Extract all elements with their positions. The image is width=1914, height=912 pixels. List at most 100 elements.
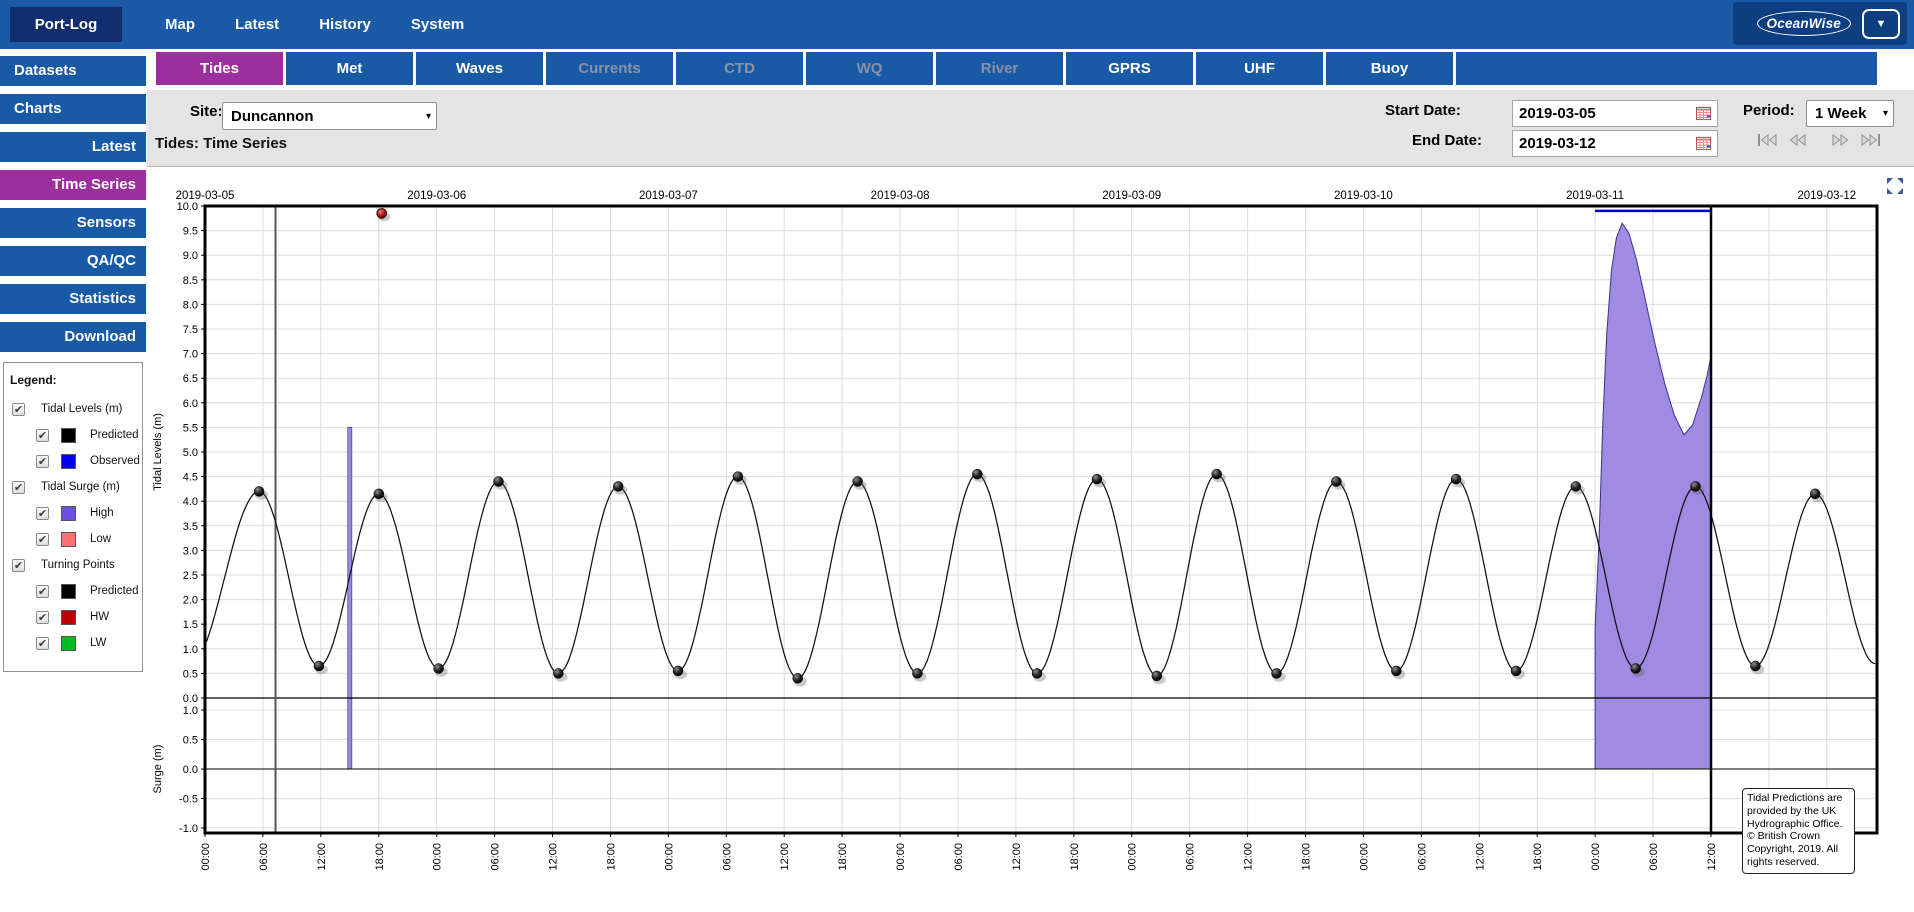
turning-point-hw — [972, 469, 982, 479]
legend-item-label: Predicted — [90, 585, 139, 597]
tab-river: River — [936, 52, 1063, 85]
legend-checkbox-turning-points[interactable]: ✔ — [12, 559, 25, 572]
legend-checkbox-tidal-levels-m-predicted[interactable]: ✔ — [36, 429, 49, 442]
time-axis-label: 00:00 — [1127, 843, 1139, 871]
control-bar: Site: Duncannon ▾ Tides: Time Series Sta… — [147, 90, 1914, 167]
svg-text:0.0: 0.0 — [183, 764, 198, 776]
dataset-tabs: TidesMetWavesCurrentsCTDWQRiverGPRSUHFBu… — [156, 52, 1877, 85]
step-forward-icon — [1831, 133, 1849, 147]
legend-checkbox-tidal-levels-m-observed[interactable]: ✔ — [36, 455, 49, 468]
page-title: Tides: Time Series — [155, 135, 287, 152]
turning-point-lw — [553, 668, 563, 678]
legend-group-label: Tidal Levels (m) — [41, 403, 122, 415]
legend-swatch-hw — [61, 610, 76, 625]
tab-wq: WQ — [806, 52, 933, 85]
sidebar-item-sensors[interactable]: Sensors — [0, 208, 146, 238]
legend-item-label: Predicted — [90, 429, 139, 441]
tab-tides[interactable]: Tides — [156, 52, 283, 85]
legend-checkbox-tidal-surge-m[interactable]: ✔ — [12, 481, 25, 494]
svg-text:6.5: 6.5 — [183, 373, 198, 385]
legend-group-tidal-surge-m: ✔Tidal Surge (m) — [10, 474, 142, 500]
end-date-input[interactable]: 2019-03-12 — [1512, 130, 1718, 157]
port-log-app: Port-Log MapLatestHistorySystem OceanWis… — [0, 0, 1914, 912]
legend-checkbox-turning-points-lw[interactable]: ✔ — [36, 637, 49, 650]
calendar-icon[interactable] — [1696, 106, 1711, 121]
sidebar-item-latest[interactable]: Latest — [0, 132, 146, 162]
tab-uhf[interactable]: UHF — [1196, 52, 1323, 85]
nav-dropdown-button[interactable]: ▼ — [1862, 9, 1900, 39]
legend-checkbox-tidal-levels-m[interactable]: ✔ — [12, 403, 25, 416]
date-axis-label: 2019-03-12 — [1797, 190, 1856, 202]
sidebar-item-download[interactable]: Download — [0, 322, 146, 352]
legend-item-label: Observed — [90, 455, 140, 467]
surge-axis-title: Surge (m) — [152, 745, 164, 794]
legend-item-turning-points-hw: ✔HW — [10, 604, 142, 630]
legend-item-turning-points-predicted: ✔ Predicted — [10, 578, 142, 604]
time-axis-label: 06:00 — [1648, 843, 1660, 871]
tab-waves[interactable]: Waves — [416, 52, 543, 85]
skip-first-button[interactable] — [1755, 133, 1781, 150]
sidebar-item-datasets[interactable]: Datasets — [0, 56, 146, 86]
sidebar-item-charts[interactable]: Charts — [0, 94, 146, 124]
date-axis-label: 2019-03-06 — [407, 190, 466, 202]
end-date-value: 2019-03-12 — [1519, 135, 1696, 152]
legend-rows: ✔ Tidal Levels (m) ✔ Predicted ✔ Observed ✔Tid… — [10, 396, 142, 656]
tab-gprs[interactable]: GPRS — [1066, 52, 1193, 85]
svg-text:0.0: 0.0 — [183, 693, 198, 705]
end-date-label: End Date: — [1412, 132, 1482, 149]
time-axis-label: 00:00 — [432, 843, 444, 871]
date-axis-label: 2019-03-11 — [1566, 190, 1624, 202]
turning-point-hw — [1212, 469, 1222, 479]
expand-icon[interactable] — [1886, 177, 1904, 195]
menu-item-system[interactable]: System — [411, 16, 464, 33]
legend-item-label: High — [90, 507, 114, 519]
period-label: Period: — [1743, 102, 1795, 119]
turning-point-hw — [374, 489, 384, 499]
svg-text:-1.0: -1.0 — [179, 823, 198, 835]
time-axis-label: 18:00 — [374, 843, 386, 871]
chevron-down-icon: ▼ — [1876, 18, 1887, 30]
app-brand[interactable]: Port-Log — [10, 7, 122, 42]
menu-item-map[interactable]: Map — [165, 16, 195, 33]
step-back-button[interactable] — [1787, 133, 1809, 150]
time-axis-label: 12:00 — [1243, 843, 1255, 871]
tab-met[interactable]: Met — [286, 52, 413, 85]
legend-item-tidal-levels-m-observed: ✔ Observed — [10, 448, 142, 474]
legend-item-turning-points-lw: ✔LW — [10, 630, 142, 656]
svg-text:1.0: 1.0 — [183, 705, 198, 717]
calendar-icon[interactable] — [1696, 136, 1711, 151]
legend-checkbox-tidal-surge-m-high[interactable]: ✔ — [36, 507, 49, 520]
legend-swatch-predicted — [61, 428, 76, 443]
turning-point-lw — [1511, 666, 1521, 676]
legend-group-turning-points: ✔Turning Points — [10, 552, 142, 578]
legend-item-label: Low — [90, 533, 111, 545]
sidebar-item-time-series[interactable]: Time Series — [0, 170, 146, 200]
tab-buoy[interactable]: Buoy — [1326, 52, 1453, 85]
legend-checkbox-tidal-surge-m-low[interactable]: ✔ — [36, 533, 49, 546]
main-menu: Map Latest History System — [165, 0, 464, 49]
sidebar-item-qa-qc[interactable]: QA/QC — [0, 246, 146, 276]
turning-point-lw — [314, 661, 324, 671]
legend-checkbox-turning-points-hw[interactable]: ✔ — [36, 611, 49, 624]
turning-point-hw — [1691, 481, 1701, 491]
caret-down-icon: ▾ — [426, 111, 431, 122]
sidebar-item-statistics[interactable]: Statistics — [0, 284, 146, 314]
menu-item-latest[interactable]: Latest — [235, 16, 279, 33]
step-forward-button[interactable] — [1829, 133, 1851, 150]
site-select[interactable]: Duncannon ▾ — [222, 102, 437, 130]
legend-group-tidal-levels-m: ✔ Tidal Levels (m) — [10, 396, 142, 422]
legend-checkbox-turning-points-predicted[interactable]: ✔ — [36, 585, 49, 598]
period-select[interactable]: 1 Week ▾ — [1806, 100, 1894, 127]
date-axis-label: 2019-03-10 — [1334, 190, 1393, 202]
top-nav: Port-Log MapLatestHistorySystem OceanWis… — [0, 0, 1914, 49]
start-date-input[interactable]: 2019-03-05 — [1512, 100, 1718, 127]
skip-last-button[interactable] — [1857, 133, 1883, 150]
surge-spike — [348, 427, 352, 769]
tides-time-series-chart[interactable]: 0.00.51.01.52.02.53.03.54.04.55.05.56.06… — [146, 167, 1914, 912]
chart-panel: 0.00.51.01.52.02.53.03.54.04.55.05.56.06… — [146, 167, 1914, 912]
svg-text:2.0: 2.0 — [183, 595, 198, 607]
menu-item-history[interactable]: History — [319, 16, 371, 33]
tab-currents: Currents — [546, 52, 673, 85]
time-axis-label: 00:00 — [200, 843, 212, 871]
tab-ctd: CTD — [676, 52, 803, 85]
